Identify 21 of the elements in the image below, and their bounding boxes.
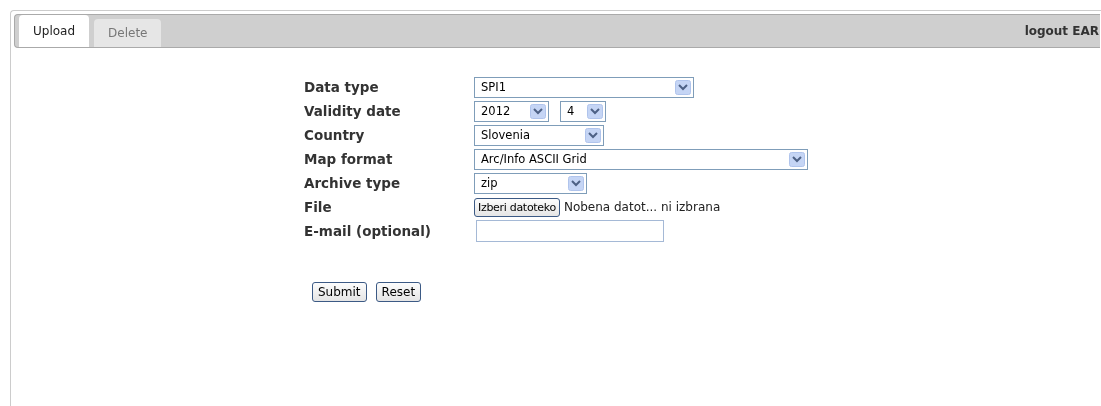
tab[interactable]: Delete xyxy=(94,19,162,47)
choose-file-button[interactable]: Izberi datoteko xyxy=(474,197,560,217)
field-label: Data type xyxy=(304,79,380,95)
field-label: Country xyxy=(304,127,366,143)
field-label: Archive type xyxy=(304,175,402,191)
field-label: Map format xyxy=(304,151,394,167)
dropdown[interactable]: Slovenia xyxy=(474,124,604,146)
reset-button[interactable]: Reset xyxy=(375,282,422,302)
dropdown[interactable]: SPI1 xyxy=(474,76,694,98)
field-label: E-mail (optional) xyxy=(304,223,432,239)
submit-button[interactable]: Submit xyxy=(312,282,367,302)
dropdown[interactable]: zip xyxy=(474,172,587,194)
email-field[interactable] xyxy=(476,220,664,242)
logout-link[interactable]: logout EAR xyxy=(1024,24,1100,38)
field-label: Validity date xyxy=(304,103,402,119)
file-status: Nobena datot... ni izbrana xyxy=(563,200,721,214)
dropdown[interactable]: 2012 xyxy=(474,100,549,122)
dropdown[interactable]: Arc/Info ASCII Grid xyxy=(474,148,808,170)
field-label: File xyxy=(304,199,333,215)
tab[interactable]: Upload xyxy=(19,15,90,47)
dropdown[interactable]: 4 xyxy=(560,100,606,122)
